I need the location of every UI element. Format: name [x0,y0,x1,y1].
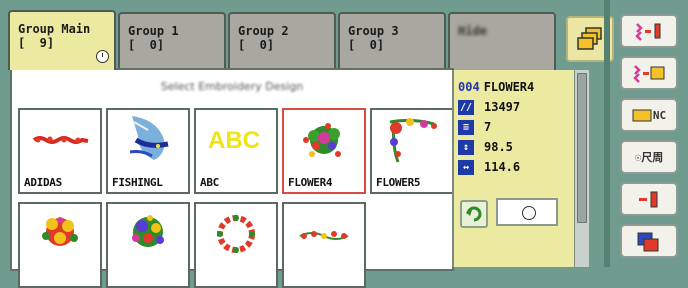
design-preview-icon [42,217,78,246]
tab-label: Group 3 [348,24,399,38]
height-row: ↕ 98.5 [458,138,513,156]
clock-schedule-icon: ☉尺周 [634,151,664,164]
tab-count: [ 9] [18,36,55,50]
design-number: 004 [458,80,480,94]
tab-hidden[interactable]: Hide [448,12,556,70]
color-count-value: 7 [484,120,492,134]
tab-label: Group 2 [238,24,289,38]
design-name: FLOWER5 [376,176,421,189]
send-to-machine-button[interactable] [620,182,678,216]
width-value: 114.6 [484,160,521,174]
design-id-row: 004 FLOWER4 [458,78,534,96]
stitch-count-row: // 13497 [458,98,520,116]
svg-text:ABC: ABC [208,127,260,154]
tab-label: Group 1 [128,24,179,38]
schedule-button[interactable]: ☉尺周 [620,140,678,174]
load-from-folder-icon [633,65,665,83]
design-preview-icon [299,231,349,240]
scrollbar-thumb[interactable] [577,73,587,223]
preview-toggle-field[interactable] [496,198,558,226]
clock-icon [96,50,109,63]
tab-group-2[interactable]: Group 2 [ 0] [228,12,336,70]
panel-title: Select Embroidery Design [160,80,304,93]
height-value: 98.5 [484,140,513,154]
design-grid-panel: Select Embroidery Design ADIDAS FISHINGL… [10,68,454,288]
design-thumbnail-flower4[interactable]: FLOWER4 [282,108,366,194]
color-count-icon: ≡ [458,119,474,135]
load-from-machine-icon [635,23,661,41]
stitch-count-icon: // [458,99,474,115]
design-thumbnail-adidas[interactable]: ADIDAS [18,108,102,194]
load-from-machine-button[interactable] [620,14,678,48]
tab-group-1[interactable]: Group 1 [ 0] [118,12,226,70]
design-thumbnail-abc[interactable]: ABC ABC [194,108,278,194]
tab-count: [ 0] [128,38,165,52]
rotate-icon [466,206,482,222]
design-thumbnail-flower5[interactable]: FLOWER5 [370,108,454,194]
design-preview-icon [217,215,255,253]
network-label: NC [652,108,667,122]
width-icon: ↔ [458,159,474,175]
toolbar-divider [604,0,610,267]
load-from-folder-button[interactable] [620,56,678,90]
design-preview-icon [132,215,164,247]
circle-icon [522,206,536,220]
tab-label: Hide [458,24,487,38]
tab-group-3[interactable]: Group 3 [ 0] [338,12,446,70]
height-icon: ↕ [458,139,474,155]
network-folder-button[interactable]: NC [620,98,678,132]
tab-count: [ 0] [238,38,275,52]
design-preview-icon [389,118,437,163]
design-preview-icon [32,136,89,144]
design-info-panel: 004 FLOWER4 // 13497 ≡ 7 ↕ 98.5 ↔ 114.6 [452,70,576,267]
design-name: FISHINGL [112,176,163,189]
copy-button[interactable] [620,224,678,258]
rotate-button[interactable] [460,200,488,228]
design-thumbnail-6[interactable] [18,202,102,288]
width-row: ↔ 114.6 [458,158,520,176]
tab-count: [ 0] [348,38,385,52]
design-name: ABC [200,176,219,189]
network-folder-icon [632,109,652,122]
design-preview-icon [129,116,169,160]
design-preview-icon: ABC [208,127,260,154]
tab-label: Group Main [18,22,91,36]
color-count-row: ≡ 7 [458,118,491,136]
design-thumbnail-7[interactable] [106,202,190,288]
cascade-windows-icon [577,27,602,50]
design-thumbnail-fishingl[interactable]: FISHINGL [106,108,190,194]
vertical-scrollbar[interactable] [574,70,589,267]
copy-icon [637,232,659,252]
design-preview-icon [303,123,341,157]
tab-group-main[interactable]: Group Main [ 9] [8,10,116,70]
design-thumbnail-9[interactable] [282,202,366,288]
send-to-machine-icon [639,191,658,208]
design-thumbnail-8[interactable] [194,202,278,288]
design-name: ADIDAS [24,176,62,189]
design-name: FLOWER4 [288,176,333,189]
stitch-count-value: 13497 [484,100,521,114]
design-name-value: FLOWER4 [483,80,535,94]
